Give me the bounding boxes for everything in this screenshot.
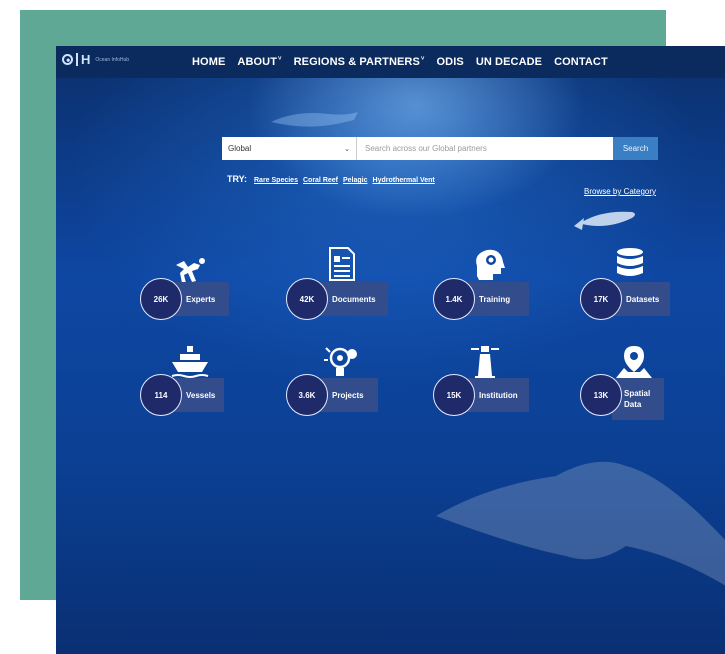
- ocean-infohub-logo[interactable]: H Ocean InfoHub: [62, 53, 129, 66]
- try-link-pelagic[interactable]: Pelagic: [343, 177, 368, 184]
- chevron-down-icon: ˅: [420, 56, 425, 62]
- logo-letter: H: [81, 52, 91, 67]
- manta-ray-silhouette: [436, 461, 725, 586]
- region-select[interactable]: Global ⌄: [222, 137, 357, 160]
- search-bar: Global ⌄ Search across our Global partne…: [222, 137, 658, 160]
- nav-contact[interactable]: CONTACT: [554, 56, 608, 68]
- nav-regions-partners[interactable]: REGIONS & PARTNERS˅: [294, 56, 425, 68]
- top-navbar: H Ocean InfoHub HOME ABOUT˅ REGIONS & PA…: [56, 46, 725, 78]
- chevron-down-icon: ˅: [278, 56, 282, 62]
- stat-count: 3.6K: [286, 374, 328, 416]
- document-icon: [329, 247, 355, 281]
- try-label: TRY:: [227, 174, 247, 184]
- try-link-hydrothermal-vent[interactable]: Hydrothermal Vent: [373, 177, 435, 184]
- globe-logo-icon: [62, 54, 73, 65]
- map-pin-icon: [616, 346, 652, 378]
- stat-count: 15K: [433, 374, 475, 416]
- brain-gear-icon: [476, 249, 505, 280]
- nav-home[interactable]: HOME: [192, 56, 225, 68]
- stat-label: Documents: [318, 282, 388, 316]
- search-placeholder: Search across our Global partners: [365, 144, 487, 153]
- logo-divider: [76, 53, 78, 66]
- nav-menu: HOME ABOUT˅ REGIONS & PARTNERS˅ ODIS UN …: [192, 46, 608, 78]
- try-link-rare-species[interactable]: Rare Species: [254, 177, 298, 184]
- fish-silhouette: [574, 211, 635, 230]
- website-screenshot: H Ocean InfoHub HOME ABOUT˅ REGIONS & PA…: [56, 46, 725, 654]
- dolphin-silhouette: [271, 112, 358, 127]
- stat-count: 42K: [286, 278, 328, 320]
- stat-count: 1.4K: [433, 278, 475, 320]
- nav-about[interactable]: ABOUT˅: [237, 56, 281, 68]
- stat-count: 13K: [580, 374, 622, 416]
- stat-count: 114: [140, 374, 182, 416]
- chevron-down-icon: ⌄: [344, 145, 350, 153]
- database-icon: [617, 248, 643, 276]
- stat-count: 26K: [140, 278, 182, 320]
- nav-odis[interactable]: ODIS: [437, 56, 464, 68]
- search-input[interactable]: Search across our Global partners: [357, 137, 613, 160]
- logo-text: Ocean InfoHub: [95, 56, 130, 63]
- try-suggestions: TRY: Rare Species Coral Reef Pelagic Hyd…: [227, 174, 435, 184]
- stat-count: 17K: [580, 278, 622, 320]
- region-select-value: Global: [228, 144, 252, 153]
- ship-icon: [171, 346, 209, 378]
- lightbulb-gear-icon: [324, 347, 357, 376]
- browse-by-category-link[interactable]: Browse by Category: [584, 187, 656, 196]
- search-button[interactable]: Search: [613, 137, 658, 160]
- nav-un-decade[interactable]: UN DECADE: [476, 56, 542, 68]
- lighthouse-icon: [471, 346, 499, 379]
- try-link-coral-reef[interactable]: Coral Reef: [303, 177, 338, 184]
